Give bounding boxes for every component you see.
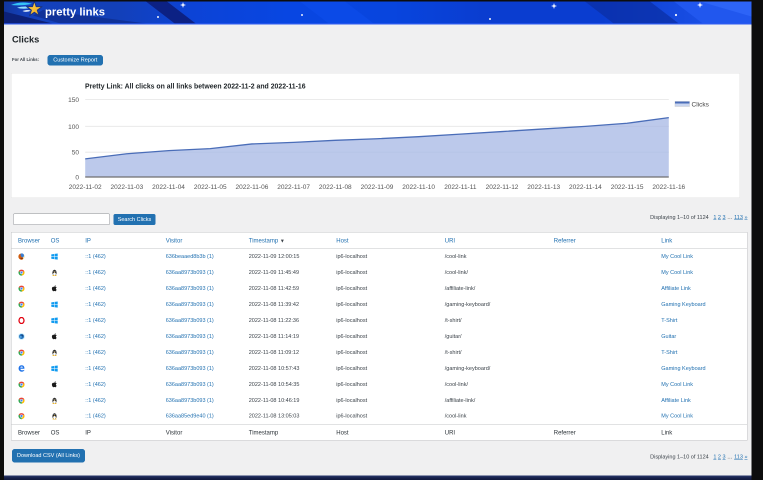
svg-text:2022-11-11: 2022-11-11 (444, 184, 477, 191)
svg-text:2022-11-02: 2022-11-02 (69, 184, 102, 191)
svg-text:2022-11-09: 2022-11-09 (361, 184, 394, 191)
svg-text:2022-11-10: 2022-11-10 (402, 184, 435, 191)
svg-text:2022-11-15: 2022-11-15 (611, 184, 644, 191)
svg-text:2022-11-04: 2022-11-04 (152, 184, 185, 191)
svg-text:2022-11-03: 2022-11-03 (111, 184, 144, 191)
svg-text:2022-11-08: 2022-11-08 (319, 184, 352, 191)
svg-text:2022-11-16: 2022-11-16 (652, 184, 685, 191)
svg-text:150: 150 (68, 97, 79, 104)
svg-text:2022-11-14: 2022-11-14 (569, 184, 602, 191)
svg-text:pretty links: pretty links (45, 7, 105, 19)
svg-text:2022-11-07: 2022-11-07 (277, 184, 310, 191)
svg-text:100: 100 (68, 124, 79, 131)
svg-text:0: 0 (75, 175, 79, 182)
svg-text:2022-11-05: 2022-11-05 (194, 184, 227, 191)
svg-text:50: 50 (72, 150, 80, 157)
svg-text:Clicks: Clicks (692, 102, 710, 109)
svg-text:2022-11-12: 2022-11-12 (486, 184, 519, 191)
svg-text:2022-11-06: 2022-11-06 (236, 184, 269, 191)
svg-text:2022-11-13: 2022-11-13 (527, 184, 560, 191)
